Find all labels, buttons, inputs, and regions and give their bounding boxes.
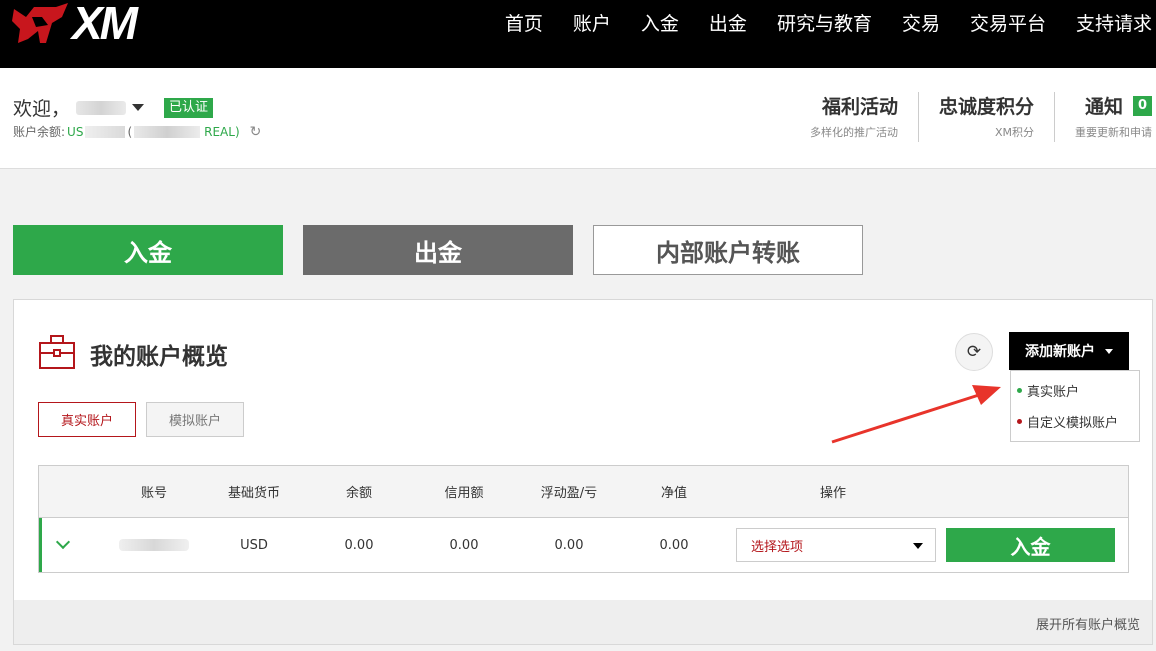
col-equity: 净值 xyxy=(660,486,687,501)
refresh-icon: ⟳ xyxy=(966,342,982,362)
loyalty-title: 忠诚度积分 xyxy=(938,96,1034,118)
notifications-title-row: 通知 0 xyxy=(1075,92,1152,119)
pnl-cell: 0.00 xyxy=(554,537,584,553)
credit-cell: 0.00 xyxy=(449,537,479,553)
masked-username xyxy=(76,100,127,115)
briefcase-icon xyxy=(38,334,76,374)
expand-all-accounts-link[interactable]: 展开所有账户概览 xyxy=(1036,614,1140,633)
notifications-title: 通知 xyxy=(1084,96,1123,118)
overview-title: 我的账户概览 xyxy=(90,344,228,370)
balance-line: 账户余额: US ( REAL) ↻ xyxy=(13,123,261,140)
accounts-table: 账号 基础货币 余额 信用额 浮动盈/亏 净值 操作 USD 0.00 0.00… xyxy=(38,465,1129,573)
masked-account-number xyxy=(119,539,189,551)
deposit-button[interactable]: 入金 xyxy=(13,225,283,275)
add-new-account-button[interactable]: 添加新账户 xyxy=(1009,332,1129,370)
nav-research-education[interactable]: 研究与教育 xyxy=(777,9,872,36)
bullet-icon xyxy=(1017,388,1022,393)
caret-down-icon xyxy=(1105,348,1113,354)
add-account-dropdown: 真实账户 自定义模拟账户 xyxy=(1010,370,1140,442)
loyalty-link[interactable]: 忠诚度积分 XM积分 xyxy=(917,92,1054,142)
top-navigation-bar: XM 首页 账户 入金 出金 研究与教育 交易 交易平台 支持请求 xyxy=(0,0,1156,68)
user-menu-caret-icon[interactable] xyxy=(132,104,145,111)
equity-cell: 0.00 xyxy=(659,537,689,553)
greeting-text: 欢迎， xyxy=(13,98,71,120)
balance-currency: US xyxy=(67,124,84,139)
welcome-greeting: 欢迎， 已认证 xyxy=(13,94,214,121)
xm-logo[interactable]: XM xyxy=(12,0,138,49)
tab-demo-accounts[interactable]: 模拟账户 xyxy=(146,402,244,437)
action-select[interactable]: 选择选项 xyxy=(736,528,936,562)
panel-footer: 展开所有账户概览 xyxy=(14,600,1152,644)
promotions-title: 福利活动 xyxy=(821,96,898,118)
nav-deposit[interactable]: 入金 xyxy=(641,9,679,36)
nav-withdraw[interactable]: 出金 xyxy=(709,9,747,36)
table-header: 账号 基础货币 余额 信用额 浮动盈/亏 净值 操作 xyxy=(39,466,1128,518)
verified-badge: 已认证 xyxy=(164,97,214,118)
bullet-icon xyxy=(1017,419,1022,424)
refresh-balance-icon[interactable]: ↻ xyxy=(250,124,262,140)
promotions-link[interactable]: 福利活动 多样化的推广活动 xyxy=(790,92,918,142)
notification-count-badge: 0 xyxy=(1132,95,1152,116)
nav-trading-platforms[interactable]: 交易平台 xyxy=(970,9,1046,36)
masked-balance xyxy=(85,125,126,138)
notifications-subtitle: 重要更新和申请 xyxy=(1075,126,1152,139)
col-actions: 操作 xyxy=(819,486,846,501)
internal-transfer-button[interactable]: 内部账户转账 xyxy=(593,225,863,275)
balance-cell: 0.00 xyxy=(344,537,374,553)
col-balance: 余额 xyxy=(345,486,372,501)
logo-text: XM xyxy=(72,0,138,49)
nav-support[interactable]: 支持请求 xyxy=(1076,9,1152,36)
dropdown-item-custom-demo[interactable]: 自定义模拟账户 xyxy=(1011,406,1139,437)
overview-header: 我的账户概览 xyxy=(38,334,228,374)
action-select-value: 选择选项 xyxy=(751,539,804,555)
dropdown-item-label: 真实账户 xyxy=(1027,385,1080,400)
masked-account-id xyxy=(134,125,201,138)
add-account-label: 添加新账户 xyxy=(1025,344,1095,360)
account-number-cell xyxy=(99,518,209,572)
balance-label: 账户余额: xyxy=(13,125,66,139)
col-account-number: 账号 xyxy=(140,486,167,501)
promotions-subtitle: 多样化的推广活动 xyxy=(809,126,898,139)
expand-row-chevron-icon[interactable] xyxy=(55,534,71,550)
dropdown-item-label: 自定义模拟账户 xyxy=(1027,416,1119,431)
loyalty-subtitle: XM积分 xyxy=(994,126,1034,139)
dropdown-item-real-account[interactable]: 真实账户 xyxy=(1011,375,1139,406)
table-row: USD 0.00 0.00 0.00 0.00 选择选项 入金 xyxy=(39,518,1128,572)
col-credit: 信用额 xyxy=(444,486,484,501)
main-nav: 首页 账户 入金 出金 研究与教育 交易 交易平台 支持请求 xyxy=(505,0,1156,44)
col-base-currency: 基础货币 xyxy=(227,486,280,501)
nav-home[interactable]: 首页 xyxy=(505,9,543,36)
header-links: 福利活动 多样化的推广活动 忠诚度积分 XM积分 通知 0 重要更新和申请 xyxy=(790,92,1156,142)
bull-logo-icon xyxy=(12,3,70,43)
select-caret-icon xyxy=(913,543,923,549)
tab-real-accounts[interactable]: 真实账户 xyxy=(38,402,136,437)
balance-paren: ( xyxy=(127,124,133,139)
withdraw-button[interactable]: 出金 xyxy=(303,225,573,275)
col-floating-pnl: 浮动盈/亏 xyxy=(540,486,598,501)
nav-account[interactable]: 账户 xyxy=(573,9,611,36)
currency-cell: USD xyxy=(240,537,268,553)
balance-account-type: REAL) xyxy=(204,124,240,139)
welcome-bar: 欢迎， 已认证 账户余额: US ( REAL) ↻ 福利活动 多样化的推广活动… xyxy=(0,68,1156,169)
row-deposit-button[interactable]: 入金 xyxy=(946,528,1115,562)
account-overview-panel: 我的账户概览 ⟳ 添加新账户 真实账户 自定义模拟账户 真实账户 模拟账户 账号… xyxy=(13,299,1153,645)
notifications-link[interactable]: 通知 0 重要更新和申请 xyxy=(1054,92,1156,142)
refresh-accounts-button[interactable]: ⟳ xyxy=(955,333,993,371)
nav-trading[interactable]: 交易 xyxy=(902,9,940,36)
